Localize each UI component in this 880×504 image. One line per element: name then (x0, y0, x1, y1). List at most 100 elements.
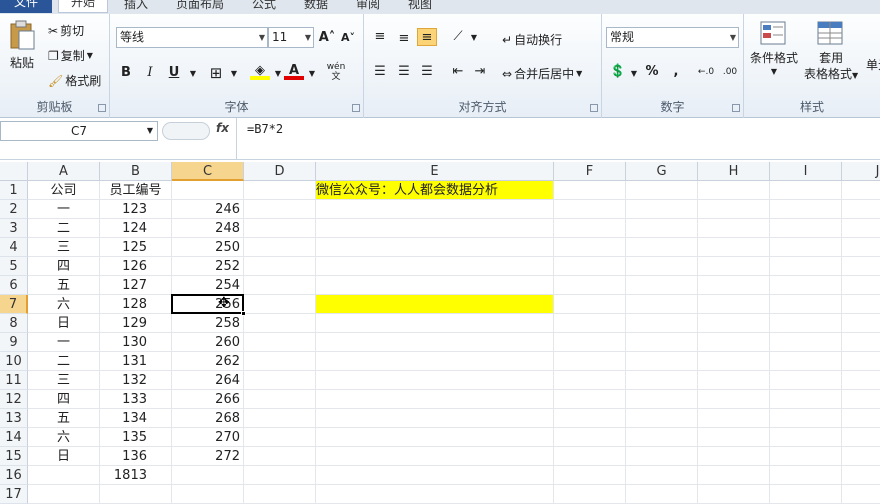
cell-i17[interactable] (770, 485, 842, 504)
cell-a11[interactable]: 三 (28, 371, 100, 390)
fill-handle[interactable] (241, 311, 246, 316)
cell-c17[interactable] (172, 485, 244, 504)
decrease-indent-icon[interactable]: ⇤ (448, 63, 468, 81)
cell-d6[interactable] (244, 276, 316, 295)
cell-g13[interactable] (626, 409, 698, 428)
cell-j13[interactable] (842, 409, 880, 428)
cell-e8[interactable] (316, 314, 554, 333)
cell-h1[interactable] (698, 181, 770, 200)
cell-e15[interactable] (316, 447, 554, 466)
align-center-icon[interactable]: ☰ (394, 63, 414, 81)
cell-i3[interactable] (770, 219, 842, 238)
cell-d2[interactable] (244, 200, 316, 219)
cell-j15[interactable] (842, 447, 880, 466)
cell-b16[interactable]: 1813 (100, 466, 172, 485)
cell-c16[interactable] (172, 466, 244, 485)
cell-i4[interactable] (770, 238, 842, 257)
cell-e2[interactable] (316, 200, 554, 219)
cell-f7[interactable] (554, 295, 626, 314)
cell-j1[interactable] (842, 181, 880, 200)
cell-i5[interactable] (770, 257, 842, 276)
chevron-down-icon[interactable]: ▼ (224, 65, 244, 83)
cell-j16[interactable] (842, 466, 880, 485)
row-header-12[interactable]: 12 (0, 390, 28, 409)
column-header-g[interactable]: G (626, 162, 698, 181)
select-all-corner[interactable] (0, 162, 28, 181)
cell-c14[interactable]: 270 (172, 428, 244, 447)
cell-c3[interactable]: 248 (172, 219, 244, 238)
underline-button[interactable]: U (164, 64, 184, 82)
cell-i15[interactable] (770, 447, 842, 466)
row-header-6[interactable]: 6 (0, 276, 28, 295)
cell-a9[interactable]: 一 (28, 333, 100, 352)
italic-button[interactable]: I (140, 64, 160, 82)
cell-a14[interactable]: 六 (28, 428, 100, 447)
cell-c4[interactable]: 250 (172, 238, 244, 257)
column-header-j[interactable]: J (842, 162, 880, 181)
cell-f11[interactable] (554, 371, 626, 390)
cell-g1[interactable] (626, 181, 698, 200)
cell-g3[interactable] (626, 219, 698, 238)
cell-f8[interactable] (554, 314, 626, 333)
cell-e6[interactable] (316, 276, 554, 295)
cell-f2[interactable] (554, 200, 626, 219)
column-header-a[interactable]: A (28, 162, 100, 181)
cell-b9[interactable]: 130 (100, 333, 172, 352)
cell-a13[interactable]: 五 (28, 409, 100, 428)
conditional-format-button[interactable]: 条件格式 ▼ (750, 20, 798, 76)
increase-indent-icon[interactable]: ⇥ (470, 63, 490, 81)
row-header-4[interactable]: 4 (0, 238, 28, 257)
cell-g2[interactable] (626, 200, 698, 219)
tab-review[interactable]: 审阅 (356, 0, 380, 13)
comma-button[interactable]: , (666, 63, 686, 81)
cell-b15[interactable]: 136 (100, 447, 172, 466)
cell-f5[interactable] (554, 257, 626, 276)
cell-b6[interactable]: 127 (100, 276, 172, 295)
cell-f1[interactable] (554, 181, 626, 200)
align-right-icon[interactable]: ☰ (417, 63, 437, 81)
cell-a1[interactable]: 公司 (28, 181, 100, 200)
cell-f12[interactable] (554, 390, 626, 409)
cell-d15[interactable] (244, 447, 316, 466)
column-header-b[interactable]: B (100, 162, 172, 181)
cell-i1[interactable] (770, 181, 842, 200)
merge-center-button[interactable]: ⇔ 合并后居中 ▼ (502, 65, 582, 82)
wrap-text-button[interactable]: ↵ 自动换行 (502, 31, 562, 48)
cell-h13[interactable] (698, 409, 770, 428)
cell-d3[interactable] (244, 219, 316, 238)
cell-b10[interactable]: 131 (100, 352, 172, 371)
cell-h4[interactable] (698, 238, 770, 257)
cell-i6[interactable] (770, 276, 842, 295)
cell-b8[interactable]: 129 (100, 314, 172, 333)
cell-e3[interactable] (316, 219, 554, 238)
number-format-combo[interactable]: 常规 ▼ (606, 27, 739, 48)
row-header-8[interactable]: 8 (0, 314, 28, 333)
cell-i11[interactable] (770, 371, 842, 390)
cell-a17[interactable] (28, 485, 100, 504)
row-header-17[interactable]: 17 (0, 485, 28, 504)
cell-b14[interactable]: 135 (100, 428, 172, 447)
column-header-f[interactable]: F (554, 162, 626, 181)
cell-d4[interactable] (244, 238, 316, 257)
tab-insert[interactable]: 插入 (124, 0, 148, 13)
cell-h11[interactable] (698, 371, 770, 390)
border-icon[interactable]: ⊞ (206, 64, 226, 82)
cell-d12[interactable] (244, 390, 316, 409)
number-launcher-icon[interactable] (732, 104, 740, 112)
cell-g11[interactable] (626, 371, 698, 390)
cell-c6[interactable]: 254 (172, 276, 244, 295)
row-header-16[interactable]: 16 (0, 466, 28, 485)
cell-j12[interactable] (842, 390, 880, 409)
cell-g7[interactable] (626, 295, 698, 314)
cell-h7[interactable] (698, 295, 770, 314)
cell-d11[interactable] (244, 371, 316, 390)
chevron-down-icon[interactable]: ▼ (302, 65, 322, 83)
cell-d13[interactable] (244, 409, 316, 428)
cell-g9[interactable] (626, 333, 698, 352)
tab-page-layout[interactable]: 页面布局 (176, 0, 224, 13)
cell-i8[interactable] (770, 314, 842, 333)
cell-a3[interactable]: 二 (28, 219, 100, 238)
cell-i10[interactable] (770, 352, 842, 371)
cell-e10[interactable] (316, 352, 554, 371)
cell-h8[interactable] (698, 314, 770, 333)
